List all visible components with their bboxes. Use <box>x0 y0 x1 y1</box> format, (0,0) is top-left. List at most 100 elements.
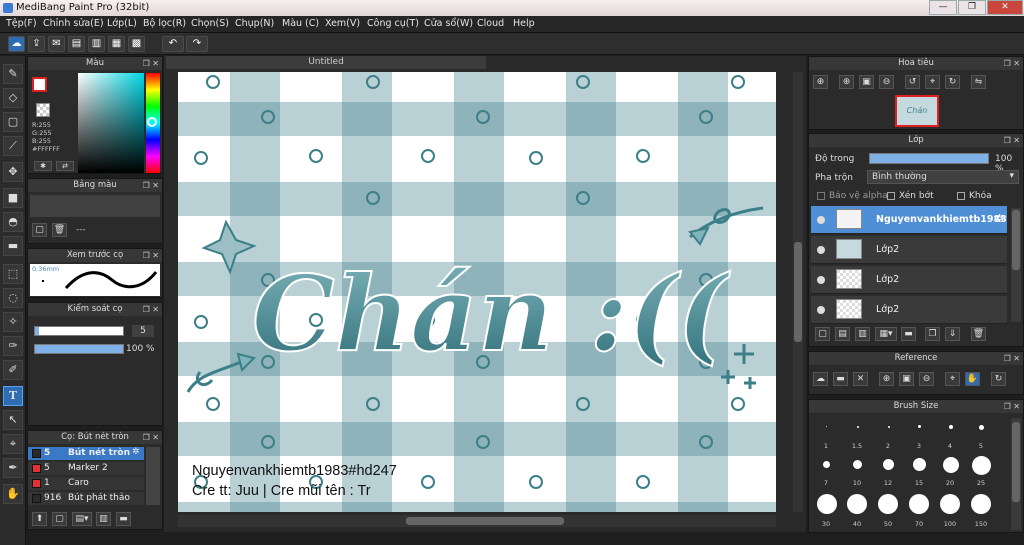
share-icon[interactable]: ⇪ <box>28 36 45 52</box>
duplicate-layer-icon[interactable]: ❐ <box>925 327 940 341</box>
menu-view[interactable]: Xem(V) <box>325 18 360 29</box>
folder-icon[interactable]: ▬ <box>116 512 131 526</box>
layer-list-scrollbar[interactable] <box>1011 208 1021 322</box>
size-dot[interactable] <box>940 494 960 514</box>
brush-item-marker-2[interactable]: 5 Marker 2 <box>28 462 144 475</box>
document-tab[interactable]: Untitled <box>166 56 486 69</box>
document-icon[interactable]: ▥ <box>88 36 105 52</box>
fit-icon[interactable]: ▣ <box>899 372 914 386</box>
visibility-icon[interactable] <box>817 216 825 224</box>
zoom-out-icon[interactable]: ⊖ <box>879 75 894 89</box>
rotate-reset-icon[interactable]: ⌖ <box>925 75 940 89</box>
size-dot[interactable] <box>857 426 859 428</box>
size-dot[interactable] <box>878 494 898 514</box>
panel-window-icon[interactable]: ❐ ✕ <box>143 57 159 70</box>
size-dot[interactable] <box>888 426 890 428</box>
size-dot[interactable] <box>853 460 862 469</box>
zoom-in-icon[interactable]: ⊕ <box>879 372 894 386</box>
size-dot[interactable] <box>913 458 926 471</box>
menu-layer[interactable]: Lớp(L) <box>107 18 137 29</box>
menu-window[interactable]: Cửa sổ(W) <box>424 18 473 29</box>
color-swap-icon[interactable]: ⇄ <box>56 161 74 171</box>
folder-icon[interactable]: ▬ <box>901 327 916 341</box>
brush-opacity-value[interactable]: 100 % <box>126 344 155 354</box>
undo-icon[interactable]: ↶ <box>162 36 184 52</box>
brush-tool-icon[interactable]: ✎ <box>3 64 23 84</box>
brush-size-grid[interactable]: 1 1.5 2 3 4 5 7 10 12 15 20 25 30 40 50 … <box>813 416 1003 532</box>
new-palette-icon[interactable]: ▢ <box>32 223 47 237</box>
select-pen-tool-icon[interactable]: ✑ <box>3 336 23 356</box>
saturation-value-picker[interactable] <box>78 73 144 173</box>
rotate-right-icon[interactable]: ↻ <box>945 75 960 89</box>
cloud-icon[interactable]: ☁ <box>8 36 25 52</box>
protect-alpha-checkbox[interactable] <box>817 192 825 200</box>
brush-item-caro[interactable]: 1 Caro <box>28 477 144 490</box>
size-dot[interactable] <box>979 425 984 430</box>
palette-swatches[interactable] <box>30 195 160 217</box>
size-dot[interactable] <box>823 461 830 468</box>
maximize-button[interactable]: ❐ <box>958 0 986 15</box>
fill-shape-tool-icon[interactable]: ■ <box>3 188 23 208</box>
visibility-icon[interactable] <box>817 246 825 254</box>
eyedropper-icon[interactable]: ⌖ <box>945 372 960 386</box>
bucket-tool-icon[interactable]: ◓ <box>3 212 23 232</box>
background-color-swatch[interactable] <box>36 103 50 117</box>
new-8bit-layer-icon[interactable]: ▥ <box>855 327 870 341</box>
panel-window-icon[interactable]: ❐ ✕ <box>143 303 159 316</box>
brush-size-value[interactable]: 5 <box>132 325 154 337</box>
redo-icon[interactable]: ↷ <box>186 36 208 52</box>
horizontal-scrollbar[interactable] <box>178 515 776 527</box>
rotate-icon[interactable]: ↻ <box>991 372 1006 386</box>
size-dot[interactable] <box>883 459 894 470</box>
pen-tool-icon[interactable]: ✒ <box>3 458 23 478</box>
delete-layer-icon[interactable]: 🗑 <box>971 327 986 341</box>
close-icon[interactable]: ✕ <box>853 372 868 386</box>
brush-menu-icon[interactable]: ▤▾ <box>72 512 92 526</box>
panel-window-icon[interactable]: ❐ ✕ <box>143 249 159 262</box>
new-brush-icon[interactable]: ▢ <box>52 512 67 526</box>
menu-filter[interactable]: Bộ lọc(R) <box>143 18 186 29</box>
layer-row-lop2[interactable]: Lớp2 <box>811 266 1007 294</box>
eraser-tool-icon[interactable]: ◇ <box>3 88 23 108</box>
size-dot[interactable] <box>918 425 921 428</box>
new-halftone-layer-icon[interactable]: ▤ <box>835 327 850 341</box>
line-tool-icon[interactable]: ⟋ <box>3 136 23 156</box>
hand-icon[interactable]: ✋ <box>965 372 980 386</box>
hand-tool-icon[interactable]: ✋ <box>3 484 23 504</box>
zoom-in-icon[interactable]: ⊕ <box>813 75 828 89</box>
menu-file[interactable]: Tệp(F) <box>6 18 37 29</box>
lasso-tool-icon[interactable]: ◌ <box>3 288 23 308</box>
zoom-in-icon[interactable]: ⊕ <box>839 75 854 89</box>
color-mode-icon[interactable]: ✱ <box>34 161 52 171</box>
menu-help[interactable]: Help <box>513 18 535 29</box>
brush-list-scrollbar[interactable] <box>146 447 160 505</box>
visibility-icon[interactable] <box>817 306 825 314</box>
delete-brush-icon[interactable]: ▥ <box>96 512 111 526</box>
page-icon[interactable]: ▤ <box>68 36 85 52</box>
panel-window-icon[interactable]: ❐ ✕ <box>1004 400 1020 413</box>
comment-icon[interactable]: ✉ <box>48 36 65 52</box>
visibility-icon[interactable] <box>817 276 825 284</box>
panel-window-icon[interactable]: ❐ ✕ <box>1004 57 1020 70</box>
layer-settings-icon[interactable]: ✲ <box>995 212 1004 225</box>
zoom-out-icon[interactable]: ⊖ <box>919 372 934 386</box>
panel-window-icon[interactable]: ❐ ✕ <box>1004 134 1020 147</box>
clipping-checkbox[interactable] <box>887 192 895 200</box>
add-brush-icon[interactable]: ⬆ <box>32 512 47 526</box>
brush-opacity-slider[interactable] <box>34 344 124 354</box>
rotate-left-icon[interactable]: ↺ <box>905 75 920 89</box>
open-folder-icon[interactable]: ▬ <box>833 372 848 386</box>
panel-window-icon[interactable]: ❐ ✕ <box>143 431 159 444</box>
text-tool-icon[interactable]: T <box>3 386 23 406</box>
layer-menu-icon[interactable]: ▦▾ <box>875 327 897 341</box>
foreground-color-swatch[interactable] <box>32 77 47 92</box>
brush-settings-icon[interactable]: ✲ <box>132 447 140 457</box>
size-dot[interactable] <box>826 426 827 427</box>
brush-size-slider[interactable] <box>34 326 124 336</box>
hue-handle[interactable] <box>147 117 157 127</box>
size-dot[interactable] <box>949 425 953 429</box>
panel-window-icon[interactable]: ❐ ✕ <box>1004 352 1020 365</box>
rectangle-tool-icon[interactable]: ▢ <box>3 112 23 132</box>
menu-tools[interactable]: Công cụ(T) <box>367 18 419 29</box>
layer-row-nguyenvankhiem[interactable]: Nguyenvankhiemtb1983 ✲ <box>811 206 1007 234</box>
